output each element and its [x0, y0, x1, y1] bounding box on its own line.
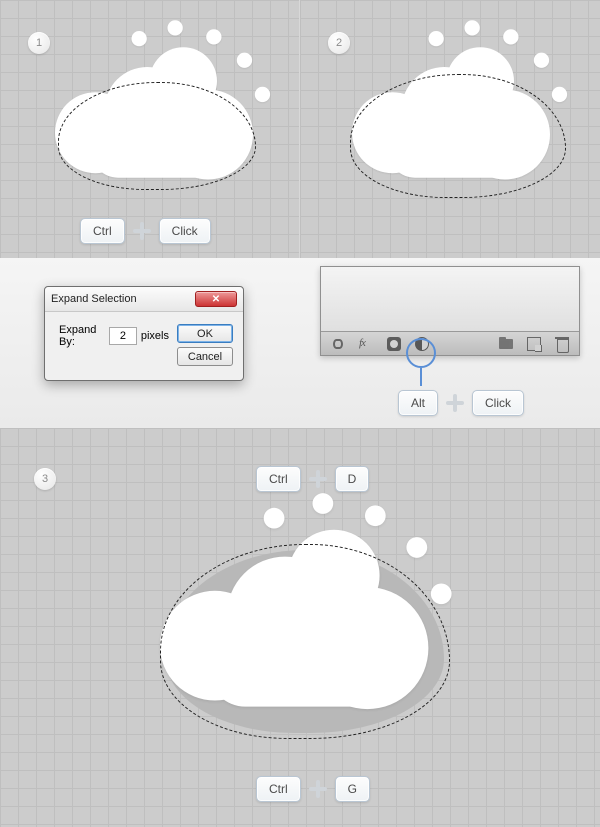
- dialog-title: Expand Selection: [51, 293, 137, 305]
- plus-icon: [309, 470, 327, 488]
- new-layer-icon[interactable]: [527, 337, 541, 351]
- step-badge-3: 3: [34, 468, 56, 490]
- ok-button[interactable]: OK: [177, 324, 233, 343]
- dialog-titlebar[interactable]: Expand Selection ✕: [45, 287, 243, 312]
- key-d: D: [335, 466, 370, 492]
- plus-icon: [446, 394, 464, 412]
- shortcut-alt-click: Alt Click: [398, 390, 524, 416]
- cancel-button[interactable]: Cancel: [177, 347, 233, 366]
- link-layers-icon[interactable]: [331, 337, 345, 351]
- dialog-close-button[interactable]: ✕: [195, 291, 237, 307]
- expand-units-label: pixels: [141, 330, 169, 342]
- selection-marquee-large: [160, 544, 450, 739]
- key-alt: Alt: [398, 390, 438, 416]
- selection-marquee-expanded: [350, 74, 566, 198]
- shortcut-ctrl-click: Ctrl Click: [80, 218, 211, 244]
- close-icon: ✕: [212, 294, 220, 305]
- shortcut-ctrl-d: Ctrl D: [256, 466, 369, 492]
- expand-selection-dialog: Expand Selection ✕ Expand By: pixels OK …: [44, 286, 244, 381]
- step-3-canvas: 3 Ctrl D Ctrl G: [0, 428, 600, 827]
- key-ctrl: Ctrl: [256, 466, 301, 492]
- expand-by-label: Expand By:: [59, 324, 105, 348]
- key-ctrl: Ctrl: [80, 218, 125, 244]
- step-badge-1: 1: [28, 32, 50, 54]
- plus-icon: [309, 780, 327, 798]
- key-g: G: [335, 776, 370, 802]
- expand-by-input[interactable]: [109, 327, 137, 345]
- callout-tail: [420, 368, 422, 386]
- add-layer-mask-icon[interactable]: [387, 337, 401, 351]
- key-ctrl: Ctrl: [256, 776, 301, 802]
- plus-icon: [133, 222, 151, 240]
- new-group-icon[interactable]: [499, 337, 513, 351]
- step-badge-2: 2: [328, 32, 350, 54]
- delete-layer-icon[interactable]: [555, 337, 569, 351]
- step-2-canvas: 2: [300, 0, 600, 258]
- shortcut-ctrl-g: Ctrl G: [256, 776, 370, 802]
- step-1-canvas: 1 Ctrl Click: [0, 0, 300, 258]
- layers-panel-footer: fx: [320, 266, 580, 356]
- mid-strip: Expand Selection ✕ Expand By: pixels OK …: [0, 258, 600, 428]
- layer-style-icon[interactable]: fx: [359, 337, 373, 351]
- key-click: Click: [159, 218, 211, 244]
- callout-ring: [406, 338, 436, 368]
- key-click: Click: [472, 390, 524, 416]
